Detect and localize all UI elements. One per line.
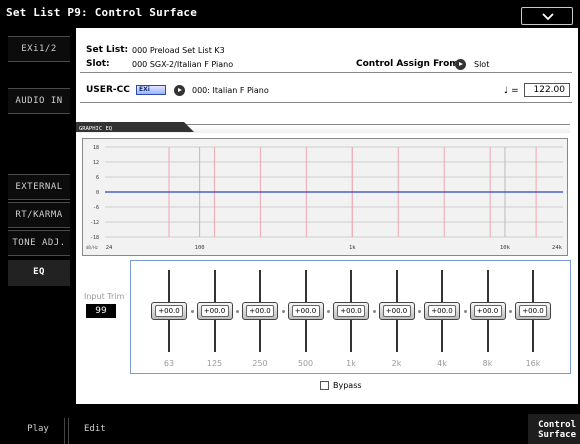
y-tick-label: 6 (96, 175, 99, 181)
input-trim-label: Input Trim (84, 292, 125, 301)
tab-rt-karma[interactable]: RT/KARMA (8, 202, 70, 228)
chevron-down-icon (542, 13, 554, 21)
slider-separator-dot (509, 310, 512, 313)
slider-knob[interactable]: +00.0 (287, 302, 324, 320)
slider-separator-dot (372, 310, 376, 313)
graphic-eq-tab-label: GRAPHIC EQ (79, 126, 112, 132)
band-gain-value: +00.0 (337, 305, 365, 317)
slider-knob[interactable]: +00.0 (424, 302, 460, 320)
graphic-eq-tab: GRAPHIC EQ (76, 122, 194, 132)
band-frequency-label: 1k (346, 359, 356, 368)
y-tick-label: -18 (90, 235, 99, 241)
slider-separator-dot (463, 310, 467, 313)
band-gain-value: +00.0 (382, 305, 411, 317)
tab-audio-in[interactable]: AUDIO IN (8, 88, 70, 114)
slider-knob[interactable]: +00.0 (333, 302, 369, 320)
eq-response-graph: 18 12 6 0 -6 -12 -18 24 100 1k 10k 24k dB/Hz (82, 138, 568, 256)
tempo-field[interactable]: 122.00 (524, 83, 570, 97)
y-tick-label: 12 (93, 160, 99, 166)
divider (80, 102, 572, 103)
y-tick-label: 0 (96, 190, 99, 196)
band-gain-value: +00.0 (291, 305, 320, 317)
band-gain-value: +00.0 (200, 305, 229, 317)
unit-label: dB/Hz (86, 245, 99, 250)
band-frequency-label: 4k (437, 359, 447, 368)
tab-divider (68, 418, 69, 444)
x-tick-label: 1k (349, 245, 356, 251)
page-title: Set List P9: Control Surface (6, 6, 198, 19)
tab-tone-adj[interactable]: TONE ADJ. (8, 230, 70, 256)
page-menu-button[interactable] (521, 7, 573, 25)
slot-value: 000 SGX-2/Italian F Piano (132, 60, 234, 69)
band-gain-value: +00.0 (246, 305, 274, 317)
user-cc-label: USER-CC (86, 85, 130, 95)
tab-eq[interactable]: EQ (8, 260, 70, 286)
tab-control-surface-line2: Surface (538, 430, 576, 440)
program-select-arrow-icon[interactable] (174, 85, 185, 96)
tab-exi12[interactable]: EXi1/2 (8, 36, 70, 62)
band-frequency-label: 250 (252, 359, 268, 368)
control-assign-label: Control Assign From: (356, 59, 463, 69)
control-assign-arrow-icon[interactable] (455, 59, 466, 70)
left-tab-column: EXi1/2 AUDIO IN EXTERNAL RT/KARMA TONE A… (0, 28, 76, 404)
tab-divider (64, 418, 65, 444)
band-frequency-label: 125 (206, 359, 223, 368)
x-tick-label: 24 (106, 245, 113, 251)
slider-knob[interactable]: +00.0 (378, 302, 415, 320)
tab-external[interactable]: EXTERNAL (8, 174, 70, 200)
bottom-tab-bar: Play Edit Control Surface (0, 404, 580, 444)
band-frequency-label: 2k (391, 359, 402, 368)
y-tick-label: -12 (90, 220, 99, 226)
set-list-label: Set List: (86, 45, 129, 55)
band-frequency-label: 8k (482, 359, 493, 368)
bypass-checkbox[interactable] (320, 381, 329, 390)
main-panel: Set List: 000 Preload Set List K3 Slot: … (76, 28, 578, 404)
eq-graph-svg: 18 12 6 0 -6 -12 -18 24 100 1k 10k 24k dB/Hz (86, 145, 563, 251)
divider (80, 72, 572, 73)
slider-separator-dot (327, 310, 330, 313)
x-tick-label: 10k (500, 245, 511, 251)
slider-separator-dot (418, 310, 421, 313)
band-gain-value: +00.0 (155, 305, 183, 317)
exi-badge: EXi (136, 85, 166, 95)
slider-knob[interactable]: +00.0 (151, 302, 187, 320)
band-gain-value: +00.0 (428, 305, 456, 317)
slider-knob[interactable]: +00.0 (469, 302, 506, 320)
band-frequency-label: 63 (163, 359, 175, 368)
control-assign-value: Slot (474, 60, 490, 69)
bypass-label: Bypass (333, 381, 362, 390)
eq-slider-panel: +00.0 63 +00.0 125 +00.0 250 +00.0 500 +00.0 1k +0… (130, 260, 571, 374)
slot-label: Slot: (86, 59, 110, 69)
band-gain-value: +00.0 (473, 305, 502, 317)
slider-separator-dot (190, 310, 194, 313)
tab-edit[interactable]: Edit (84, 414, 144, 444)
tab-control-surface[interactable]: Control Surface (528, 414, 580, 444)
slider-knob[interactable]: +00.0 (196, 302, 233, 320)
band-frequency-label: 16k (525, 359, 541, 368)
set-list-value: 000 Preload Set List K3 (132, 46, 225, 55)
y-tick-label: 18 (93, 145, 99, 151)
band-frequency-label: 500 (297, 359, 314, 368)
y-tick-label: -6 (93, 205, 99, 211)
tempo-symbol: ♩ = (504, 86, 519, 96)
x-tick-label: 24k (552, 245, 563, 251)
slider-knob[interactable]: +00.0 (242, 302, 278, 320)
program-value[interactable]: 000: Italian F Piano (192, 86, 269, 95)
input-trim-value[interactable]: 99 (86, 304, 116, 318)
tab-control-surface-line1: Control (538, 420, 576, 430)
slider-knob[interactable]: +00.0 (515, 302, 551, 320)
x-tick-label: 100 (195, 245, 205, 251)
title-bar: Set List P9: Control Surface (0, 0, 580, 28)
slider-separator-dot (236, 310, 239, 313)
slider-separator-dot (281, 310, 285, 313)
band-gain-value: +00.0 (519, 305, 547, 317)
